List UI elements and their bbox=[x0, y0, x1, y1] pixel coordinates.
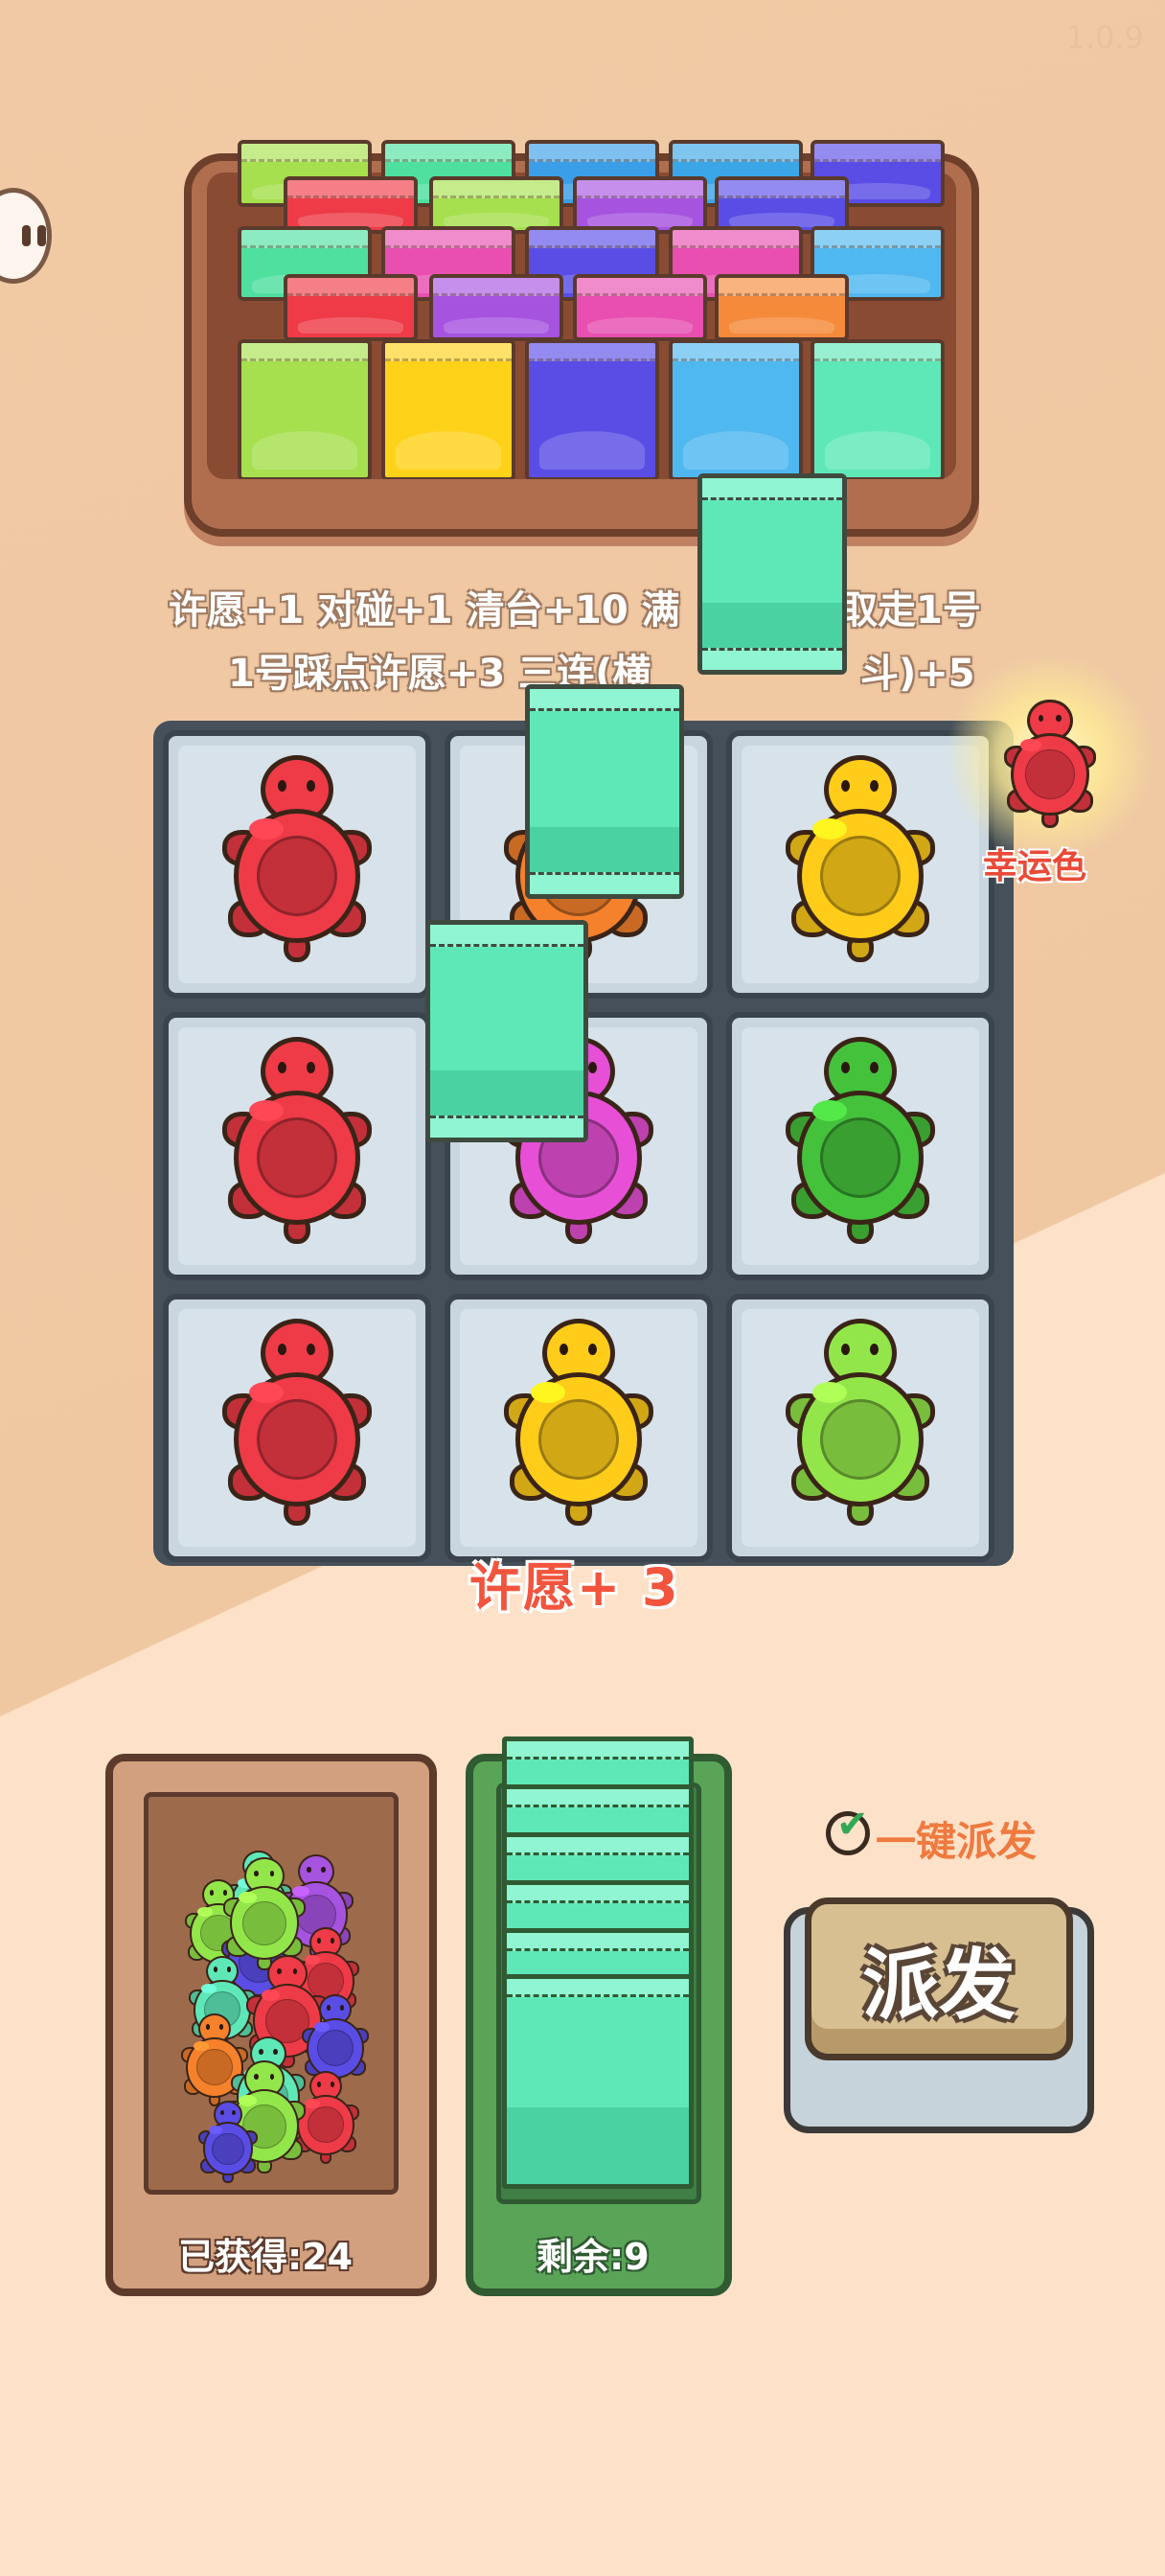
profile-face-button[interactable] bbox=[0, 188, 52, 284]
rule-line-1-tail: 取走1号 bbox=[839, 588, 981, 632]
pile-turtle-icon bbox=[217, 1856, 312, 1979]
turtle-yellow-icon bbox=[492, 1319, 665, 1539]
rule-line-1: 许愿+1 对碰+1 清台+10 满 bbox=[169, 588, 680, 632]
flying-pack bbox=[525, 684, 684, 899]
dispatch-button-label: 派发 bbox=[862, 1941, 1016, 2030]
lucky-turtle-icon bbox=[996, 699, 1104, 837]
flying-pack bbox=[697, 473, 847, 675]
tray-pack bbox=[429, 274, 563, 341]
lucky-color-label: 幸运色 bbox=[983, 847, 1087, 886]
tray-pack bbox=[429, 176, 563, 234]
remaining-count: 剩余:9 bbox=[537, 2236, 650, 2278]
auto-dispatch-checkbox[interactable]: ✔ bbox=[826, 1803, 870, 1855]
turtle-red-icon bbox=[211, 755, 383, 976]
collected-count: 已获得:24 bbox=[178, 2236, 354, 2278]
pile-turtle-icon bbox=[194, 2101, 263, 2189]
tray-pack bbox=[284, 176, 418, 234]
rule-line-2-tail: 斗)+5 bbox=[860, 652, 975, 696]
tray-pack bbox=[238, 339, 372, 481]
check-icon: ✔ bbox=[836, 1803, 869, 1847]
dispatch-button[interactable]: 派发 bbox=[805, 1898, 1073, 2060]
auto-dispatch-label[interactable]: 一键派发 bbox=[876, 1809, 1037, 1868]
remaining-pack bbox=[502, 1974, 694, 2189]
tray-pack bbox=[573, 274, 707, 341]
turtle-red-icon bbox=[211, 1319, 383, 1539]
tray-pack bbox=[573, 176, 707, 234]
tray-pack bbox=[669, 339, 803, 481]
turtle-green-icon bbox=[774, 1037, 947, 1257]
tray-pack bbox=[715, 274, 849, 341]
turtle-lime-icon bbox=[774, 1319, 947, 1539]
tray-pack bbox=[525, 339, 659, 481]
wish-bonus-label: 许愿+ 3 bbox=[469, 1557, 680, 1618]
tray-pack bbox=[811, 339, 945, 481]
pack-tray-lip bbox=[192, 479, 971, 527]
tray-pack bbox=[381, 339, 515, 481]
tray-pack bbox=[284, 274, 418, 341]
version-label: 1.0.9 bbox=[1065, 19, 1144, 56]
flying-pack bbox=[425, 920, 588, 1142]
tray-pack bbox=[715, 176, 849, 234]
turtle-red-icon bbox=[211, 1037, 383, 1257]
turtle-yellow-icon bbox=[774, 755, 947, 976]
